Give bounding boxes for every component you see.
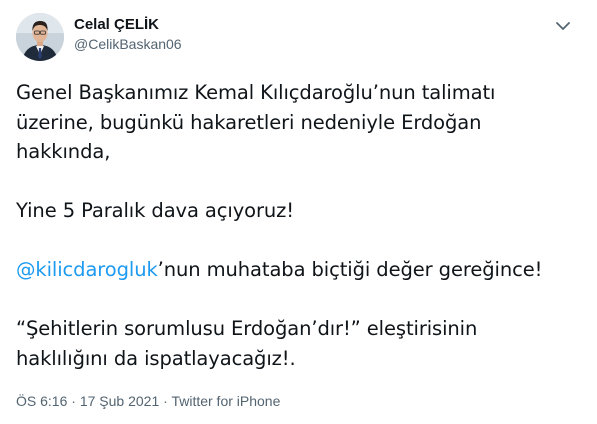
meta-separator: · xyxy=(159,393,172,409)
display-name[interactable]: Celal ÇELİK xyxy=(74,16,182,34)
meta-separator: · xyxy=(67,393,80,409)
tweet-meta: ÖS 6:16 · 17 Şub 2021 · Twitter for iPho… xyxy=(16,391,280,411)
text-line: haklılığını da ispatlayacağız!. xyxy=(16,346,296,370)
text-line: “Şehitlerin sorumlusu Erdoğan’dır!” eleş… xyxy=(16,317,478,340)
avatar[interactable] xyxy=(16,13,64,61)
user-info: Celal ÇELİK @CelikBaskan06 xyxy=(74,16,182,54)
text-line: üzerine, bugünkü hakaretleri nedeniyle E… xyxy=(16,110,482,134)
user-handle[interactable]: @CelikBaskan06 xyxy=(74,34,182,54)
text-span: ’nun muhataba biçtiği değer gereğince! xyxy=(157,258,543,281)
tweet-date-link[interactable]: 17 Şub 2021 xyxy=(80,393,159,409)
tweet-card: Celal ÇELİK @CelikBaskan06 Genel Başkanı… xyxy=(0,0,597,424)
tweet-text: Genel Başkanımız Kemal Kılıçdaroğlu’nun … xyxy=(16,78,581,373)
tweet-time-link[interactable]: ÖS 6:16 xyxy=(16,393,67,409)
text-line: Genel Başkanımız Kemal Kılıçdaroğlu’nun … xyxy=(16,81,496,104)
text-line: @kilicdarogluk’nun muhataba biçtiği değe… xyxy=(16,255,581,285)
text-line: Yine 5 Paralık dava açıyoruz! xyxy=(16,199,295,222)
tweet-header: Celal ÇELİK @CelikBaskan06 xyxy=(16,13,581,63)
chevron-down-icon xyxy=(556,22,570,30)
tweet-source-link[interactable]: Twitter for iPhone xyxy=(171,393,280,409)
text-line: hakkında, xyxy=(16,140,111,163)
more-options-button[interactable] xyxy=(551,17,575,35)
mention-link[interactable]: @kilicdarogluk xyxy=(16,258,158,281)
person-photo-avatar-icon xyxy=(16,13,64,61)
